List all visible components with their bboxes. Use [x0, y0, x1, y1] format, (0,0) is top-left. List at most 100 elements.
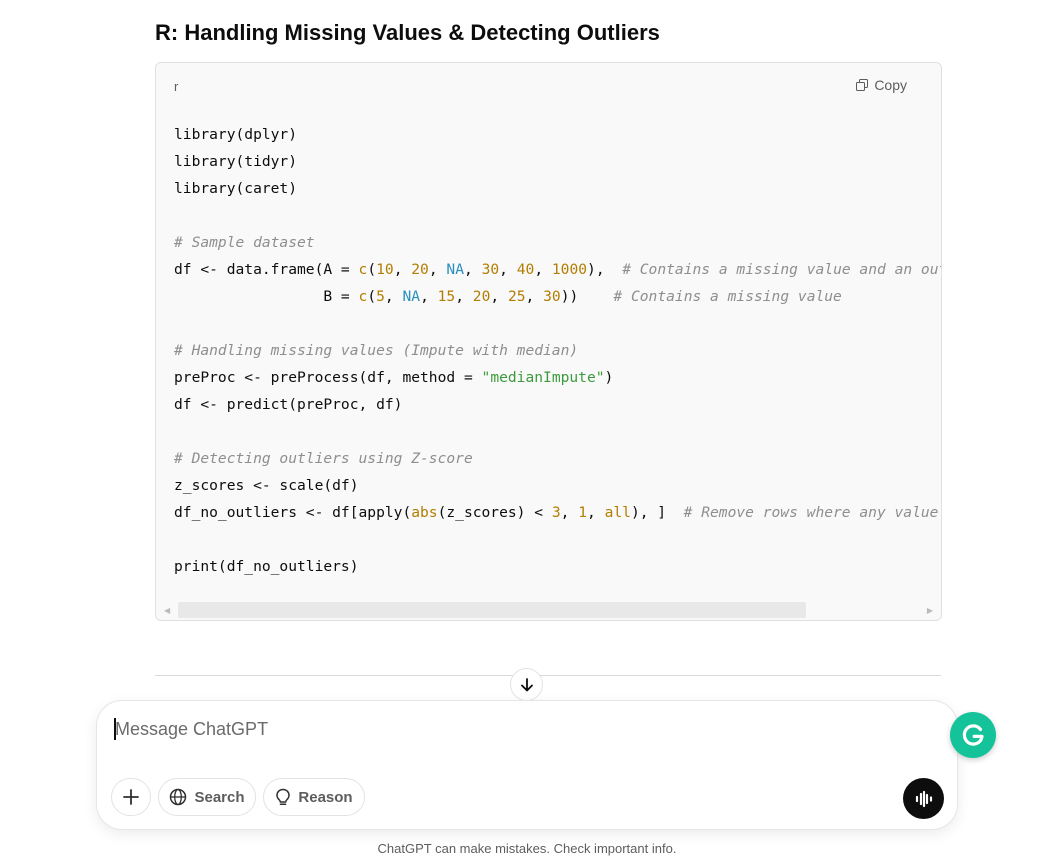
code-token: # Contains a missing value	[613, 288, 842, 305]
code-content[interactable]: library(dplyr) library(tidyr) library(care…	[174, 121, 942, 580]
code-token: 3	[551, 504, 561, 521]
code-line: # Handling missing values (Impute with m…	[174, 337, 941, 364]
code-token: ))	[560, 288, 614, 305]
scroll-to-bottom-button[interactable]	[510, 668, 543, 701]
message-input[interactable]	[115, 717, 875, 741]
code-token: NA	[402, 288, 421, 305]
voice-mode-button[interactable]	[903, 778, 944, 819]
scroll-left-icon[interactable]: ◀	[164, 606, 170, 615]
code-line: df <- data.frame(A = c(10, 20, NA, 30, 4…	[174, 256, 942, 283]
code-line: df_no_outliers <- df[apply(abs(z_scores)…	[174, 499, 942, 526]
code-token: # Remove rows where any value h	[683, 504, 942, 521]
code-token: ,	[534, 261, 552, 278]
code-token: (	[367, 261, 377, 278]
code-token: ), ]	[630, 504, 684, 521]
disclaimer-text: ChatGPT can make mistakes. Check importa…	[377, 841, 677, 856]
code-line: library(dplyr)	[174, 121, 941, 148]
code-token: ,	[420, 288, 438, 305]
code-token: 30	[543, 288, 561, 305]
code-token: B =	[174, 288, 359, 305]
code-token: (	[367, 288, 377, 305]
code-token: # Contains a missing value and an outl	[622, 261, 942, 278]
code-token: preProc <- preProcess(df, method =	[174, 369, 482, 386]
code-line: df <- predict(preProc, df)	[174, 391, 941, 418]
grammarly-button[interactable]	[950, 712, 996, 758]
code-line: preProc <- preProcess(df, method = "medi…	[174, 364, 941, 391]
search-button-label: Search	[194, 788, 245, 806]
globe-icon	[170, 788, 187, 806]
code-token: c	[358, 261, 368, 278]
code-token: NA	[446, 261, 464, 278]
code-token: ,	[455, 288, 473, 305]
code-token: ,	[393, 261, 412, 278]
code-token: 40	[516, 261, 535, 278]
code-token: 20	[472, 288, 491, 305]
scroll-right-icon[interactable]: ▶	[927, 606, 933, 615]
code-token: ,	[428, 261, 447, 278]
code-token: print(df_no_outliers)	[174, 558, 359, 575]
code-token: ,	[587, 504, 605, 521]
copy-icon	[856, 79, 869, 91]
divider	[155, 675, 941, 676]
code-token: df <- predict(preProc, df)	[174, 396, 403, 413]
plus-icon	[123, 789, 139, 805]
code-token: library(tidyr)	[174, 153, 298, 170]
search-button[interactable]: Search	[158, 778, 256, 816]
code-line: # Detecting outliers using Z-score	[174, 445, 941, 472]
code-token: all	[604, 504, 631, 521]
code-token: 20	[411, 261, 429, 278]
section-heading: R: Handling Missing Values & Detecting O…	[155, 20, 660, 45]
code-token: 5	[376, 288, 385, 305]
code-token: # Handling missing values (Impute with m…	[174, 342, 579, 359]
code-token: library(caret)	[174, 180, 298, 197]
code-token: (z_scores) <	[437, 504, 552, 521]
grammarly-icon	[962, 724, 984, 746]
code-token: ,	[525, 288, 544, 305]
code-line: # Sample dataset	[174, 229, 941, 256]
code-token: 25	[507, 288, 526, 305]
add-attachment-button[interactable]	[111, 778, 151, 816]
message-composer: Search Reason	[96, 700, 958, 830]
arrow-down-icon	[520, 677, 533, 691]
code-token: )	[604, 369, 614, 386]
code-token: 30	[481, 261, 500, 278]
reason-button-label: Reason	[298, 788, 353, 806]
code-token: ),	[587, 261, 623, 278]
code-block: r Copy library(dplyr) library(tidyr) libra…	[155, 62, 942, 621]
code-token: ,	[490, 288, 508, 305]
lightbulb-icon	[276, 788, 291, 805]
voice-waveform-icon	[915, 790, 932, 807]
code-line: library(tidyr)	[174, 148, 941, 175]
code-token: # Detecting outliers using Z-score	[174, 450, 473, 467]
copy-label: Copy	[874, 77, 907, 93]
code-token: df_no_outliers <- df[apply(	[174, 504, 412, 521]
code-token: ,	[464, 261, 482, 278]
reason-button[interactable]: Reason	[263, 778, 365, 816]
code-token: 10	[376, 261, 394, 278]
code-token: ,	[560, 504, 579, 521]
code-line: z_scores <- scale(df)	[174, 472, 941, 499]
code-token: z_scores <- scale(df)	[174, 477, 359, 494]
code-token: c	[358, 288, 368, 305]
code-token: # Sample dataset	[174, 234, 315, 251]
code-token: 15	[437, 288, 456, 305]
scrollbar-thumb[interactable]	[178, 602, 806, 618]
copy-code-button[interactable]: Copy	[856, 77, 907, 93]
code-language-label: r	[174, 79, 179, 94]
code-token: 1000	[551, 261, 588, 278]
code-token: df <- data.frame(A =	[174, 261, 359, 278]
code-token: ,	[499, 261, 517, 278]
code-token: abs	[411, 504, 438, 521]
code-token: "medianImpute"	[481, 369, 605, 386]
code-line: B = c(5, NA, 15, 20, 25, 30)) # Contains…	[174, 283, 941, 310]
code-token: library(dplyr)	[174, 126, 298, 143]
code-line: print(df_no_outliers)	[174, 553, 941, 580]
horizontal-scrollbar[interactable]: ◀ ▶	[162, 602, 935, 618]
code-token: ,	[384, 288, 403, 305]
code-line: library(caret)	[174, 175, 941, 202]
code-token: 1	[578, 504, 587, 521]
